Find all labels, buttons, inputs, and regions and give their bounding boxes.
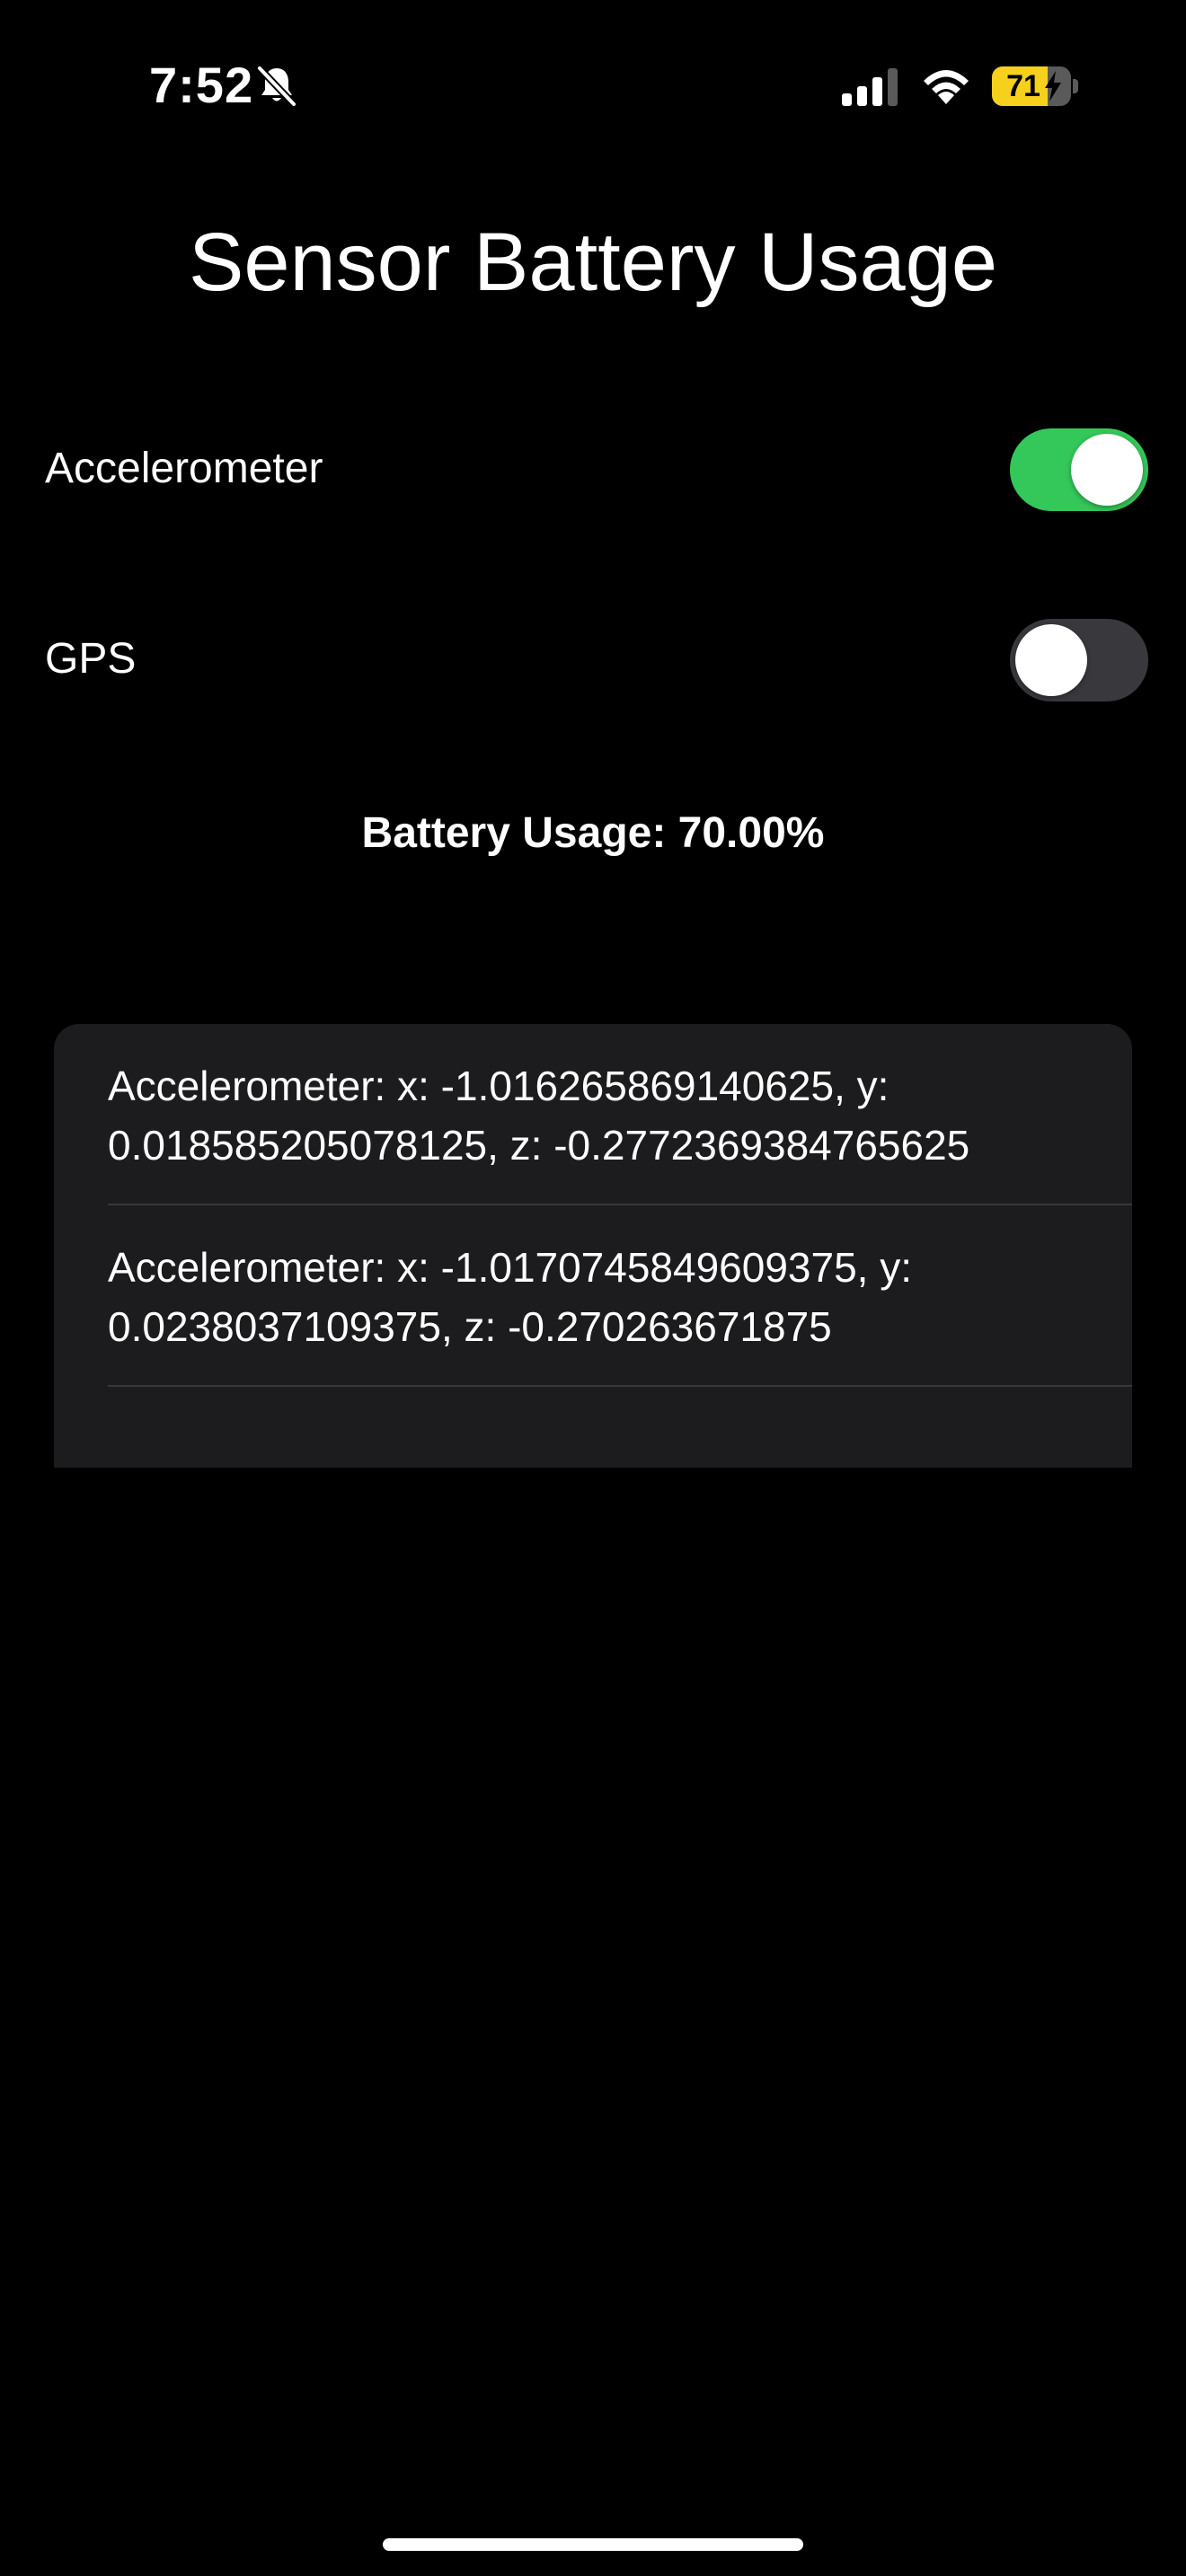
wifi-icon	[924, 70, 969, 104]
gps-toggle[interactable]	[1010, 619, 1148, 701]
bell-slash-icon	[256, 65, 297, 108]
list-item: Accelerometer: x: -1.016265869140625, y:…	[108, 1063, 970, 1169]
accelerometer-toggle[interactable]	[1010, 428, 1148, 511]
page-title: Sensor Battery Usage	[188, 216, 997, 308]
cellular-signal-icon	[842, 68, 898, 106]
battery-body: 71	[992, 66, 1071, 106]
bolt-icon	[1045, 71, 1061, 101]
status-time: 7:52	[149, 57, 254, 113]
toggle-label-accelerometer: Accelerometer	[45, 445, 323, 492]
screen: 7:52 71 Sensor Battery Usage Acceleromet…	[0, 0, 1186, 2576]
toggle-label-gps: GPS	[45, 635, 137, 683]
home-indicator[interactable]	[383, 2538, 803, 2551]
toggle-row-accelerometer: Accelerometer	[0, 415, 1186, 523]
list-item: Accelerometer: x: -1.0170745849609375, y…	[108, 1244, 913, 1350]
list-divider	[108, 1385, 1132, 1387]
toggle-knob	[1071, 434, 1143, 506]
status-bar: 7:52 71	[0, 0, 1186, 171]
readings-list[interactable]: Accelerometer: x: -1.016265869140625, y:…	[54, 1024, 1132, 1468]
toggle-knob	[1015, 624, 1087, 696]
battery-usage-label: Battery Usage: 70.00%	[361, 809, 825, 857]
battery-cap	[1073, 79, 1078, 93]
battery-icon: 71	[992, 66, 1078, 106]
toggle-row-gps: GPS	[0, 605, 1186, 713]
